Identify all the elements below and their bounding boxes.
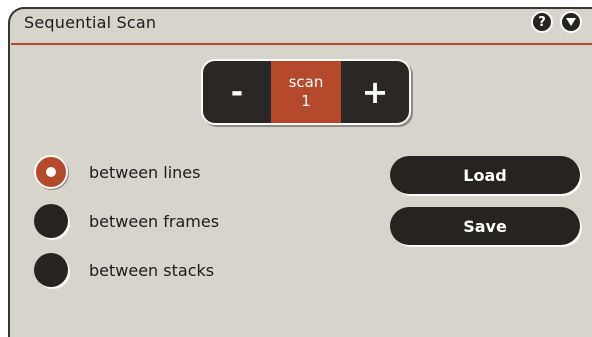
radio-between-stacks[interactable]: between stacks xyxy=(34,253,214,287)
radio-between-frames[interactable]: between frames xyxy=(34,204,219,238)
save-button[interactable]: Save xyxy=(390,207,580,245)
decrement-button[interactable]: - xyxy=(203,61,271,123)
radio-button-selected[interactable] xyxy=(34,155,68,189)
title-divider xyxy=(11,43,592,45)
increment-button[interactable]: + xyxy=(341,61,409,123)
triangle-down-icon xyxy=(566,18,576,26)
help-glyph: ? xyxy=(538,14,546,30)
scan-value-display: scan 1 xyxy=(271,61,341,123)
radio-label: between frames xyxy=(89,211,220,231)
scan-stepper: - scan 1 + xyxy=(201,59,411,125)
radio-between-lines[interactable]: between lines xyxy=(34,155,200,189)
scan-value: 1 xyxy=(301,92,311,110)
scan-caption: scan xyxy=(288,73,324,91)
load-button[interactable]: Load xyxy=(390,156,580,194)
help-icon[interactable]: ? xyxy=(531,11,553,33)
panel-title: Sequential Scan xyxy=(24,13,157,32)
radio-button[interactable] xyxy=(34,204,68,238)
menu-triangle-icon[interactable] xyxy=(560,11,582,33)
radio-label: between stacks xyxy=(89,260,215,280)
radio-button[interactable] xyxy=(34,253,68,287)
radio-label: between lines xyxy=(89,162,201,182)
